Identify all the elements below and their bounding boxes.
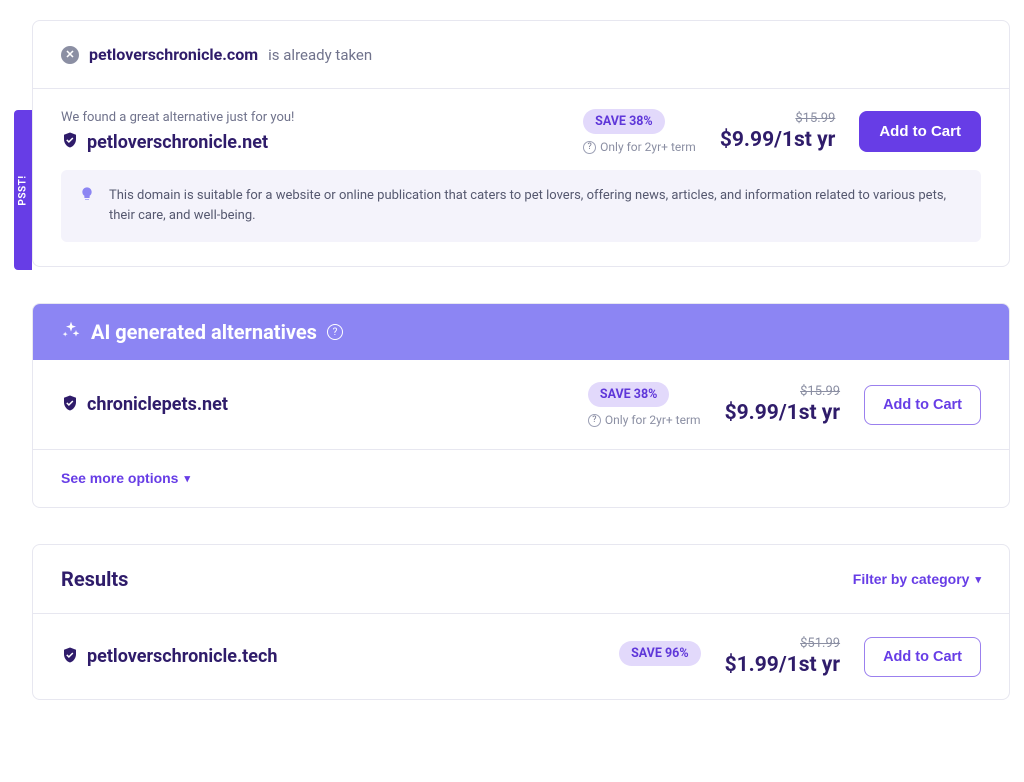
old-price: $51.99 [725,636,841,651]
ai-header: AI generated alternatives ? [33,304,1009,360]
results-header: Results Filter by category ▾ [33,545,1009,614]
taken-suffix: is already taken [268,46,372,64]
description-text: This domain is suitable for a website or… [109,186,963,226]
question-icon[interactable]: ? [327,324,343,340]
sparkle-icon [61,320,81,344]
ai-item-row: chroniclepets.net SAVE 38% ? Only for 2y… [33,360,1009,450]
ai-item-domain: chroniclepets.net [87,394,228,415]
psst-label: PSST! [18,175,29,205]
add-to-cart-button[interactable]: Add to Cart [859,111,981,152]
unavailable-icon: ✕ [61,46,79,64]
old-price: $15.99 [725,384,841,399]
lightbulb-icon [79,186,95,206]
result-row: petloverschronicle.tech SAVE 96% $51.99 … [33,614,1009,699]
chevron-down-icon: ▾ [184,472,190,485]
alternative-found-text: We found a great alternative just for yo… [61,110,559,125]
results-card: Results Filter by category ▾ petloversch… [32,544,1010,700]
shield-check-icon [61,646,79,668]
taken-row: ✕ petloverschronicle.com is already take… [33,21,1009,89]
shield-check-icon [61,394,79,416]
question-icon[interactable]: ? [583,141,596,154]
save-badge: SAVE 38% [588,382,670,407]
term-note: ? Only for 2yr+ term [588,413,701,427]
taken-domain: petloverschronicle.com [89,45,258,64]
result-domain: petloverschronicle.tech [87,646,277,667]
term-note: ? Only for 2yr+ term [583,140,696,154]
see-more-row: See more options ▾ [33,450,1009,507]
shield-check-icon [61,131,79,153]
description-box: This domain is suitable for a website or… [61,170,981,242]
new-price: $1.99/1st yr [725,653,841,677]
new-price: $9.99/1st yr [725,401,841,425]
results-title: Results [61,567,128,591]
ai-alternatives-card: AI generated alternatives ? chroniclepet… [32,303,1010,508]
new-price: $9.99/1st yr [720,128,836,152]
ai-header-title: AI generated alternatives [91,320,317,344]
save-badge: SAVE 38% [583,109,665,134]
save-badge: SAVE 96% [619,641,701,666]
add-to-cart-button[interactable]: Add to Cart [864,385,981,425]
taken-card: ✕ petloverschronicle.com is already take… [32,20,1010,267]
psst-side-tab[interactable]: PSST! [14,110,32,270]
see-more-button[interactable]: See more options ▾ [61,470,190,486]
question-icon[interactable]: ? [588,414,601,427]
chevron-down-icon: ▾ [975,573,981,586]
filter-by-category-button[interactable]: Filter by category ▾ [853,571,981,587]
add-to-cart-button[interactable]: Add to Cart [864,637,981,677]
alternative-row: We found a great alternative just for yo… [33,89,1009,170]
old-price: $15.99 [720,111,836,126]
alternative-domain: petloverschronicle.net [87,132,268,153]
